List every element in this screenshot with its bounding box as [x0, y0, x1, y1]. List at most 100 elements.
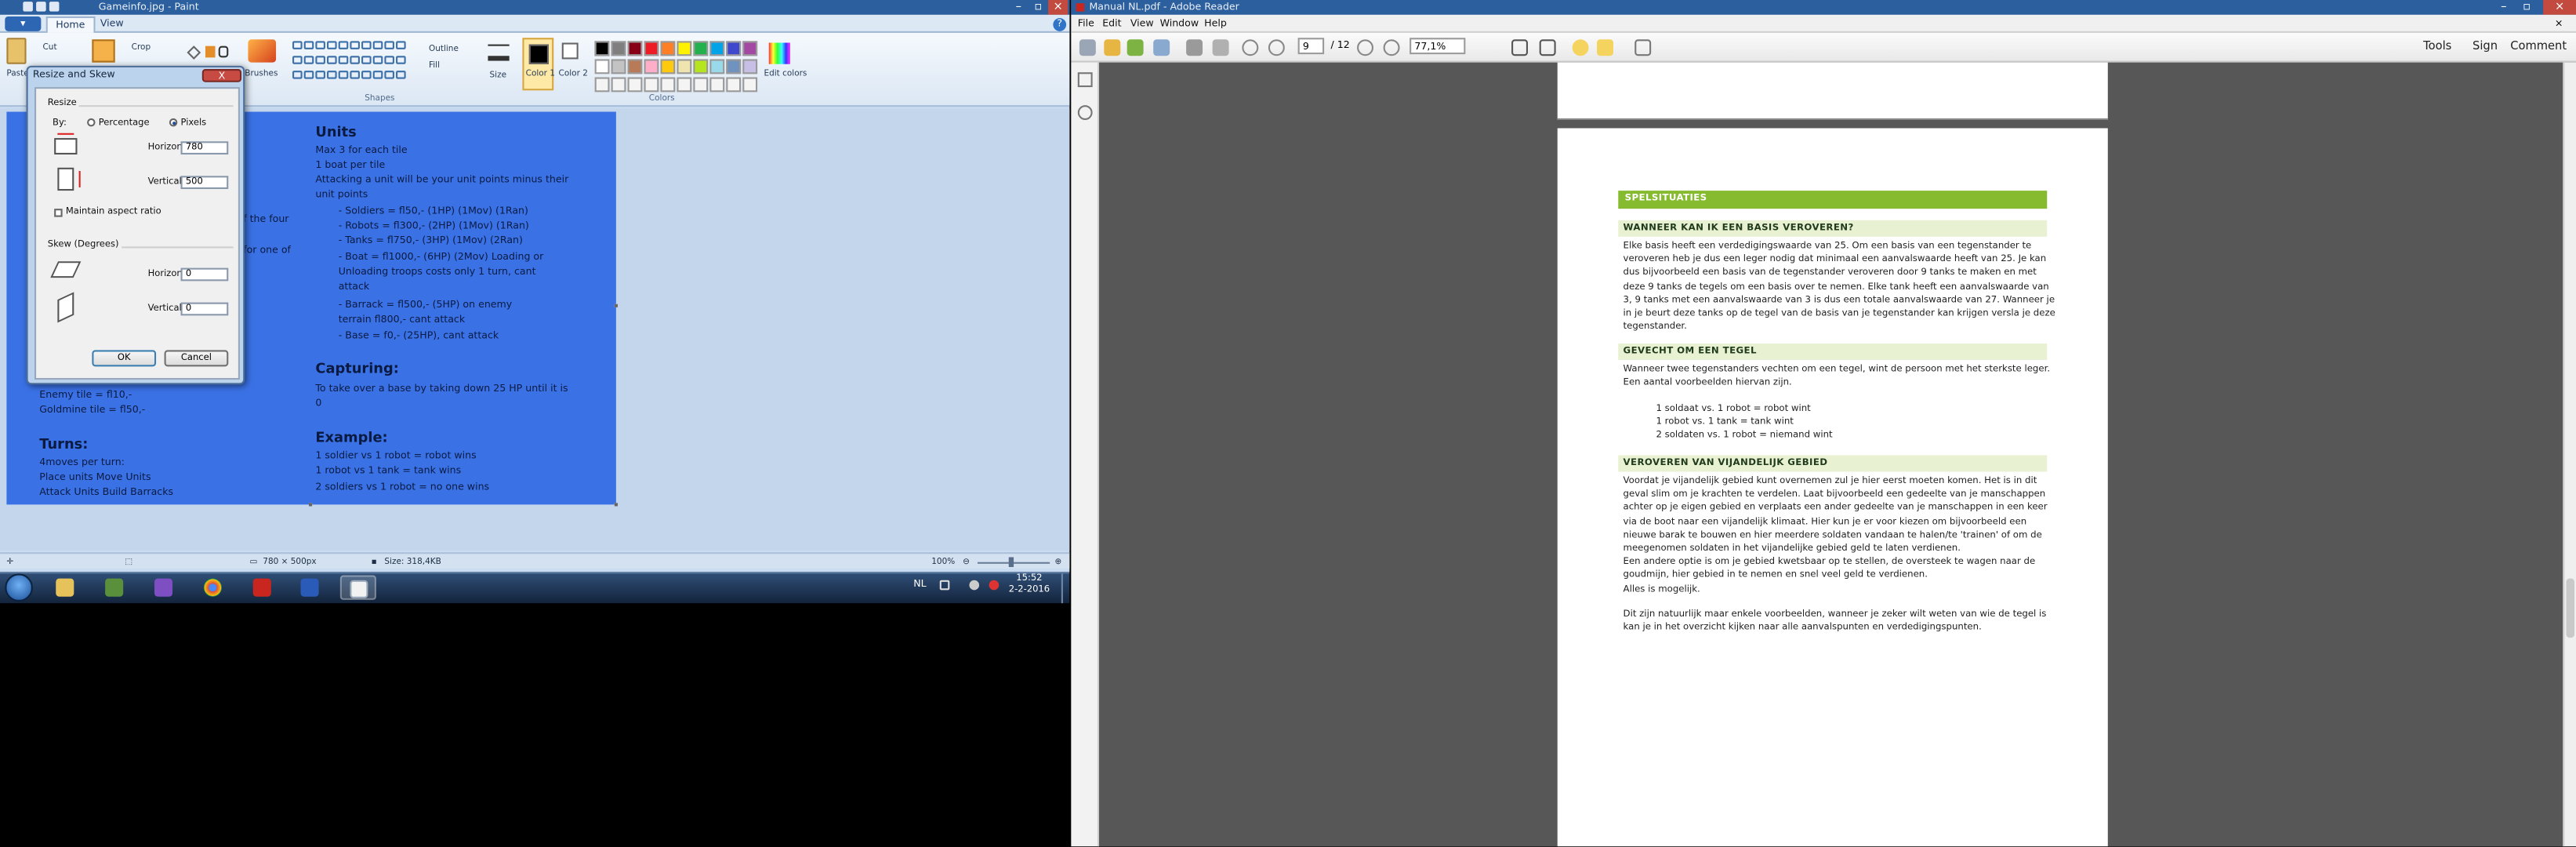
tab-view[interactable]: View	[92, 16, 132, 33]
tab-home[interactable]: Home	[45, 16, 95, 33]
text-tool-icon[interactable]	[218, 45, 229, 58]
page-down-icon[interactable]	[1268, 39, 1285, 56]
comment-bubble-icon[interactable]	[1572, 39, 1589, 56]
palette-swatch[interactable]	[644, 59, 659, 75]
palette-swatch[interactable]	[660, 59, 676, 75]
canvas-resize-handle[interactable]	[308, 503, 313, 507]
page-thumbnails-icon[interactable]	[1077, 72, 1093, 88]
print-icon[interactable]	[1186, 39, 1203, 56]
menu-window[interactable]: Window	[1160, 16, 1199, 33]
maximize-icon[interactable]: ▫	[1029, 0, 1048, 15]
menu-view[interactable]: View	[1130, 16, 1154, 33]
custom-swatch[interactable]	[660, 77, 676, 93]
comment-link[interactable]: Comment	[2510, 38, 2567, 54]
palette-swatch[interactable]	[627, 41, 643, 56]
close-document-icon[interactable]: ×	[2555, 18, 2568, 30]
taskbar-paint[interactable]	[339, 575, 376, 600]
taskbar-word[interactable]	[292, 575, 328, 599]
save-icon[interactable]	[23, 2, 33, 12]
palette-swatch[interactable]	[693, 59, 709, 75]
palette-swatch[interactable]	[677, 41, 692, 56]
dialog-close-button[interactable]: X	[201, 69, 242, 82]
tools-link[interactable]: Tools	[2423, 38, 2451, 54]
brushes-icon[interactable]	[248, 39, 277, 63]
volume-icon[interactable]	[989, 580, 1000, 591]
custom-swatch[interactable]	[627, 77, 643, 93]
custom-swatch[interactable]	[677, 77, 692, 93]
zoom-in-icon[interactable]: ⊕	[1054, 554, 1061, 570]
pixels-radio[interactable]	[169, 118, 178, 127]
zoom-out-icon[interactable]: ⊖	[963, 554, 970, 570]
palette-swatch[interactable]	[594, 41, 610, 56]
reader-title-bar[interactable]: Manual NL.pdf - Adobe Reader – ▫ ×	[1071, 0, 2576, 15]
zoom-slider-thumb[interactable]	[1008, 557, 1014, 568]
tray-expand-icon[interactable]	[939, 580, 950, 591]
custom-swatch[interactable]	[644, 77, 659, 93]
taskbar-chrome[interactable]	[195, 575, 231, 599]
redo-icon[interactable]	[49, 2, 60, 12]
zoom-out-icon[interactable]	[1357, 39, 1374, 56]
close-icon[interactable]: ×	[1048, 0, 1068, 15]
palette-swatch[interactable]	[726, 41, 742, 56]
palette-swatch[interactable]	[611, 41, 626, 56]
palette-swatch[interactable]	[627, 59, 643, 75]
fill-bucket-icon[interactable]	[205, 45, 216, 58]
palette-swatch[interactable]	[709, 41, 725, 56]
reader-maximize-icon[interactable]: ▫	[2517, 0, 2537, 15]
quick-access-toolbar[interactable]	[23, 2, 89, 13]
cut-button[interactable]: Cut	[42, 42, 56, 53]
fit-width-icon[interactable]	[1539, 39, 1556, 56]
start-button[interactable]	[5, 573, 33, 602]
menu-file[interactable]: File	[1078, 16, 1094, 33]
read-mode-icon[interactable]	[1634, 39, 1652, 56]
page-up-icon[interactable]	[1242, 39, 1259, 56]
help-icon[interactable]: ?	[1053, 18, 1067, 31]
percentage-radio[interactable]	[87, 118, 96, 127]
email-icon[interactable]	[1212, 39, 1229, 56]
document-scrollbar[interactable]	[2563, 62, 2576, 847]
tray-clock[interactable]: 15:52 2-2-2016	[1009, 573, 1050, 596]
select-icon[interactable]	[92, 39, 115, 63]
size-icon[interactable]	[488, 44, 510, 61]
canvas-resize-handle[interactable]	[614, 503, 618, 507]
custom-swatch[interactable]	[726, 77, 742, 93]
canvas-resize-handle[interactable]	[614, 304, 618, 307]
input-language[interactable]: NL	[913, 579, 926, 591]
palette-swatch[interactable]	[726, 59, 742, 75]
color-palette[interactable]	[594, 41, 776, 93]
color2-swatch[interactable]	[561, 42, 579, 60]
taskbar-explorer[interactable]	[48, 575, 84, 599]
crop-button[interactable]: Crop	[132, 42, 151, 53]
network-icon[interactable]	[969, 580, 980, 591]
palette-swatch[interactable]	[660, 41, 676, 56]
page-number-input[interactable]: 9	[1297, 38, 1325, 55]
palette-swatch[interactable]	[742, 41, 758, 56]
taskbar-adobe-reader[interactable]	[245, 575, 281, 599]
palette-swatch[interactable]	[644, 41, 659, 56]
menu-help[interactable]: Help	[1204, 16, 1227, 33]
edit-colors-icon[interactable]	[768, 42, 791, 64]
create-pdf-icon[interactable]	[1079, 39, 1096, 56]
ok-button[interactable]: OK	[92, 350, 157, 367]
resize-horizontal-input[interactable]: 780	[180, 141, 229, 154]
palette-swatch[interactable]	[693, 41, 709, 56]
custom-swatch[interactable]	[709, 77, 725, 93]
skew-horizontal-input[interactable]: 0	[180, 267, 229, 282]
save-pdf-icon[interactable]	[1127, 39, 1144, 56]
show-desktop-button[interactable]	[1061, 573, 1069, 604]
zoom-in-icon[interactable]	[1383, 39, 1400, 56]
color1-selector[interactable]	[522, 38, 554, 91]
reader-minimize-icon[interactable]: –	[2494, 0, 2513, 15]
resize-vertical-input[interactable]: 500	[180, 176, 229, 190]
highlight-icon[interactable]	[1597, 39, 1613, 56]
open-icon[interactable]	[1104, 39, 1121, 56]
menu-edit[interactable]: Edit	[1102, 16, 1121, 33]
shapes-gallery[interactable]	[292, 41, 411, 90]
reader-close-icon[interactable]: ×	[2543, 0, 2576, 15]
outline-dropdown[interactable]: Outline	[429, 45, 459, 55]
minimize-icon[interactable]: –	[1009, 0, 1029, 15]
palette-swatch[interactable]	[742, 59, 758, 75]
skew-vertical-input[interactable]: 0	[180, 302, 229, 316]
custom-swatch[interactable]	[742, 77, 758, 93]
palette-swatch[interactable]	[709, 59, 725, 75]
